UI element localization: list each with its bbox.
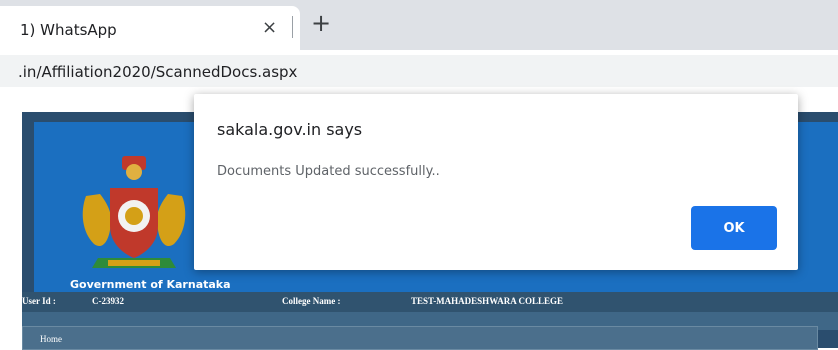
state-emblem-icon bbox=[82, 156, 186, 268]
government-text: Government of Karnataka bbox=[70, 278, 231, 291]
college-name-label: College Name : bbox=[282, 296, 341, 306]
user-info-bar: User Id : C-23932 College Name : TEST-MA… bbox=[22, 292, 838, 312]
url-text: .in/Affiliation2020/ScannedDocs.aspx bbox=[18, 63, 298, 81]
browser-tab[interactable]: 1) WhatsApp × bbox=[0, 6, 300, 50]
user-id-label: User Id : bbox=[22, 296, 56, 306]
ok-button[interactable]: OK bbox=[691, 206, 777, 250]
alert-dialog: sakala.gov.in says Documents Updated suc… bbox=[194, 94, 798, 270]
college-name-value: TEST-MAHADESHWARA COLLEGE bbox=[411, 296, 563, 306]
tab-separator bbox=[292, 16, 293, 38]
close-icon[interactable]: × bbox=[262, 17, 277, 38]
dialog-title: sakala.gov.in says bbox=[217, 120, 363, 139]
nav-bar bbox=[22, 326, 818, 350]
address-bar[interactable]: .in/Affiliation2020/ScannedDocs.aspx bbox=[0, 55, 838, 87]
browser-toolbar: .in/Affiliation2020/ScannedDocs.aspx bbox=[0, 50, 838, 94]
user-id-value: C-23932 bbox=[92, 296, 124, 306]
plus-icon[interactable]: + bbox=[311, 9, 331, 37]
dialog-message: Documents Updated successfully.. bbox=[217, 164, 440, 179]
tab-title: 1) WhatsApp bbox=[20, 21, 117, 39]
nav-home-link[interactable]: Home bbox=[40, 334, 62, 344]
browser-tab-strip: 1) WhatsApp × + bbox=[0, 0, 838, 50]
